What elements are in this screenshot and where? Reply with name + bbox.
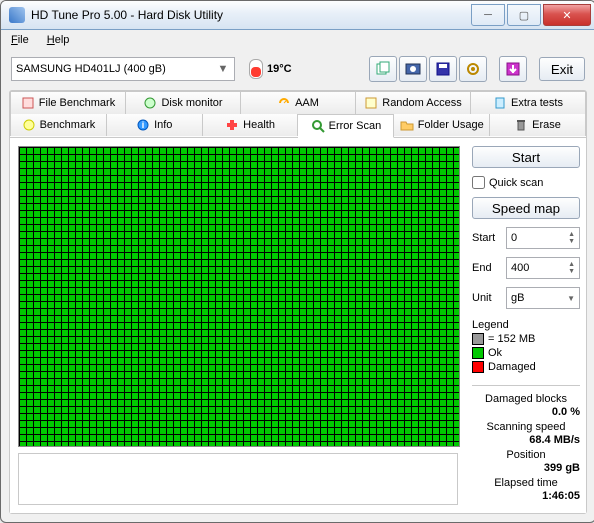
- options-button[interactable]: [459, 56, 487, 82]
- tab-strip: File Benchmark Disk monitor AAM Random A…: [10, 91, 586, 138]
- close-button[interactable]: ✕: [543, 4, 591, 26]
- skip-button[interactable]: [499, 56, 527, 82]
- content-pane: File Benchmark Disk monitor AAM Random A…: [9, 90, 587, 514]
- menu-help[interactable]: Help: [41, 32, 76, 48]
- damaged-label: Damaged blocks: [472, 393, 580, 405]
- tab-extra-tests[interactable]: Extra tests: [471, 91, 586, 114]
- position-value: 399 gB: [472, 462, 580, 474]
- temperature: 19°C: [249, 59, 292, 79]
- tab-erase[interactable]: Erase: [490, 114, 586, 136]
- menu-bar: File Help: [1, 30, 594, 50]
- start-button[interactable]: Start: [472, 146, 580, 168]
- speed-map-button[interactable]: Speed map: [472, 197, 580, 219]
- tab-aam[interactable]: AAM: [241, 91, 356, 114]
- exit-button[interactable]: Exit: [539, 57, 585, 81]
- drive-select[interactable]: SAMSUNG HD401LJ (400 gB) ▼: [11, 57, 235, 81]
- tab-benchmark[interactable]: Benchmark: [10, 114, 107, 136]
- speed-label: Scanning speed: [472, 421, 580, 433]
- copy-info-button[interactable]: [369, 56, 397, 82]
- log-area: [18, 453, 458, 505]
- temp-value: 19°C: [267, 63, 292, 75]
- legend-ok-icon: [472, 347, 484, 359]
- tab-random-access[interactable]: Random Access: [356, 91, 471, 114]
- damaged-value: 0.0 %: [472, 406, 580, 418]
- start-label: Start: [472, 232, 502, 244]
- legend-title: Legend: [472, 319, 580, 331]
- screenshot-button[interactable]: [399, 56, 427, 82]
- app-icon: [9, 7, 25, 23]
- unit-select[interactable]: gB▼: [506, 287, 580, 309]
- start-input[interactable]: 0▲▼: [506, 227, 580, 249]
- elapsed-label: Elapsed time: [472, 477, 580, 489]
- quick-scan-row[interactable]: Quick scan: [472, 176, 580, 189]
- quick-scan-label: Quick scan: [489, 177, 543, 189]
- legend: Legend = 152 MB Ok Damaged: [472, 319, 580, 373]
- legend-damaged-icon: [472, 361, 484, 373]
- speed-value: 68.4 MB/s: [472, 434, 580, 446]
- window-title: HD Tune Pro 5.00 - Hard Disk Utility: [31, 8, 471, 22]
- app-window: HD Tune Pro 5.00 - Hard Disk Utility ─ ▢…: [0, 0, 594, 523]
- save-button[interactable]: [429, 56, 457, 82]
- tab-file-benchmark[interactable]: File Benchmark: [10, 91, 126, 114]
- minimize-button[interactable]: ─: [471, 4, 505, 26]
- scan-grid: [18, 146, 460, 447]
- menu-file[interactable]: File: [5, 32, 35, 48]
- elapsed-value: 1:46:05: [472, 490, 580, 502]
- unit-label: Unit: [472, 292, 502, 304]
- quick-scan-checkbox[interactable]: [472, 176, 485, 189]
- tab-disk-monitor[interactable]: Disk monitor: [126, 91, 241, 114]
- side-panel: Start Quick scan Speed map Start 0▲▼ End…: [466, 138, 586, 513]
- chevron-down-icon: ▼: [567, 294, 575, 303]
- spinner-icon: ▲▼: [568, 261, 575, 275]
- position-label: Position: [472, 449, 580, 461]
- thermometer-icon: [249, 59, 263, 79]
- chevron-down-icon: ▼: [216, 63, 230, 75]
- legend-block-icon: [472, 333, 484, 345]
- tab-health[interactable]: Health: [203, 114, 299, 136]
- stats: Damaged blocks 0.0 % Scanning speed 68.4…: [472, 385, 580, 502]
- end-input[interactable]: 400▲▼: [506, 257, 580, 279]
- titlebar: HD Tune Pro 5.00 - Hard Disk Utility ─ ▢…: [1, 1, 594, 30]
- toolbar: SAMSUNG HD401LJ (400 gB) ▼ 19°C Exit: [1, 50, 594, 86]
- tab-info[interactable]: iInfo: [107, 114, 203, 136]
- spinner-icon: ▲▼: [568, 231, 575, 245]
- drive-selected: SAMSUNG HD401LJ (400 gB): [16, 63, 166, 75]
- svg-text:i: i: [142, 120, 145, 130]
- end-label: End: [472, 262, 502, 274]
- maximize-button[interactable]: ▢: [507, 4, 541, 26]
- tab-folder-usage[interactable]: Folder Usage: [394, 114, 490, 136]
- tab-error-scan[interactable]: Error Scan: [298, 114, 394, 138]
